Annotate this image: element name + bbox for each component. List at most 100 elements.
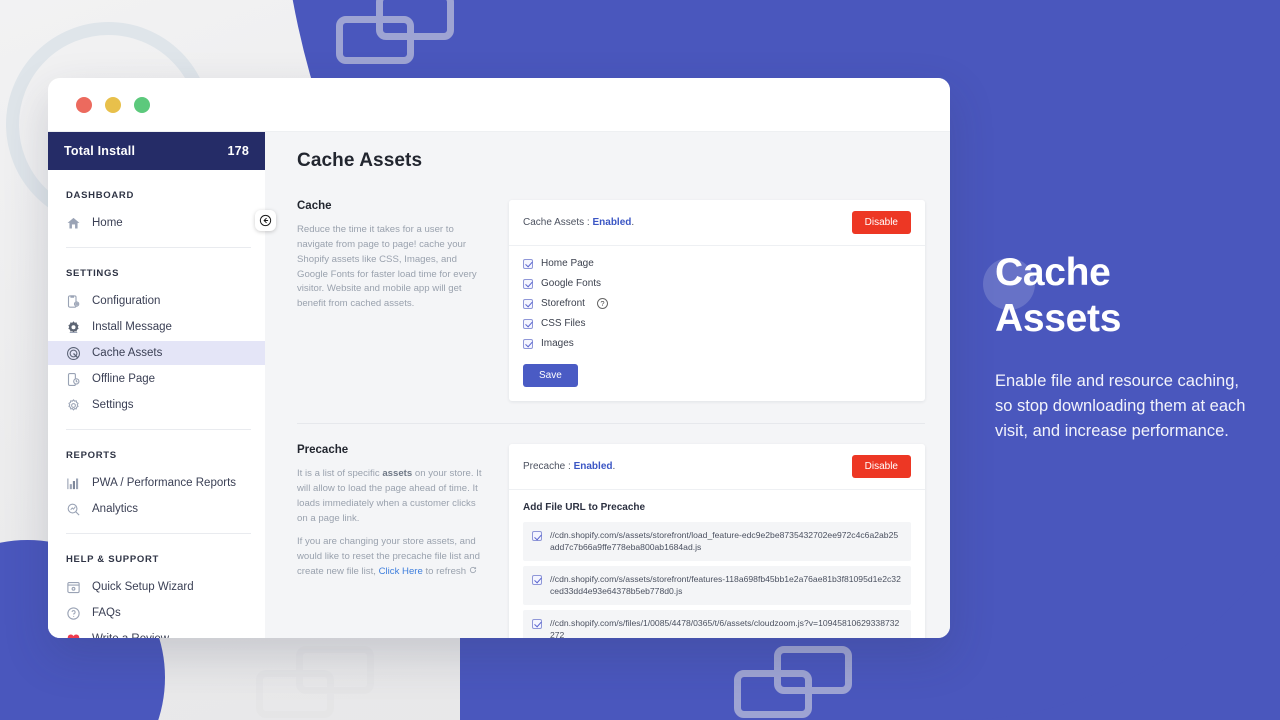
sidebar-group-label-dashboard: DASHBOARD [66,190,135,201]
precache-file-checkbox-1[interactable] [532,531,542,541]
sidebar-item-configuration[interactable]: Configuration [48,289,265,313]
gear-outline-icon [66,398,81,413]
maximize-traffic-light[interactable] [134,96,150,113]
sidebar-item-label: Offline Page [92,373,156,385]
precache-status: Precache : Enabled. [523,461,615,472]
precache-desc-2b: to refresh [422,566,469,578]
precache-file-checkbox-3[interactable] [532,618,542,629]
home-icon [66,216,81,231]
sidebar-item-label: Home [92,217,123,229]
precache-status-suffix: . [612,461,616,472]
sidebar-item-label: Write a Review [92,633,169,638]
cache-description-column: Cache Reduce the time it takes for a use… [297,200,485,401]
screenshot-stage: Total Install 178 DASHBOARD Home SETTING… [0,0,1280,720]
cache-card: Cache Assets : Enabled. Disable Home Pag… [509,200,925,401]
promo-title-line-2: Assets [995,296,1122,340]
checkbox-row[interactable]: Home Page [523,258,911,269]
precache-disable-button[interactable]: Disable [851,455,911,478]
precache-card-body: Add File URL to Precache //cdn.shopify.c… [509,490,925,638]
promo-panel: Cache Assets Enable file and resource cac… [983,250,1257,444]
sidebar-item-offline-page[interactable]: Offline Page [48,367,265,391]
cache-disable-button[interactable]: Disable [851,211,911,234]
checkbox-row[interactable]: CSS Files [523,318,911,329]
sidebar-group-label-settings: SETTINGS [66,268,120,279]
checkbox-row[interactable]: Storefront ? [523,298,911,309]
precache-file-row[interactable]: //cdn.shopify.com/s/assets/storefront/lo… [523,522,911,561]
sidebar-item-label: Analytics [92,503,139,515]
cache-checkbox-google-fonts[interactable] [523,278,533,289]
checkbox-row[interactable]: Images [523,338,911,349]
sidebar-item-write-a-review[interactable]: Write a Review [48,627,265,638]
cache-heading: Cache [297,200,332,212]
cache-checkbox-css-files[interactable] [523,318,533,329]
minimize-traffic-light[interactable] [105,96,121,113]
checkbox-label: Home Page [541,258,594,269]
add-file-url-heading: Add File URL to Precache [523,502,646,513]
cache-card-header: Cache Assets : Enabled. Disable [509,200,925,246]
sidebar-group-label-reports: REPORTS [66,450,117,461]
precache-description-column: Precache It is a list of specific assets… [297,444,485,638]
precache-card-header: Precache : Enabled. Disable [509,444,925,490]
total-install-label: Total Install [64,144,136,158]
precache-card: Precache : Enabled. Disable Add File URL… [509,444,925,638]
sidebar-item-quick-setup-wizard[interactable]: Quick Setup Wizard [48,575,265,599]
cache-checkbox-images[interactable] [523,338,533,349]
checkbox-row[interactable]: Google Fonts [523,278,911,289]
cache-checkbox-home-page[interactable] [523,258,533,269]
sidebar-item-faqs[interactable]: FAQs [48,601,265,625]
checkbox-label: CSS Files [541,318,586,329]
heart-icon [66,632,81,638]
cache-status-prefix: Cache Assets : [523,217,593,228]
sidebar-item-home[interactable]: Home [48,211,265,235]
sidebar-item-analytics[interactable]: Analytics [48,497,265,521]
precache-file-url: //cdn.shopify.com/s/assets/storefront/lo… [550,530,899,553]
sidebar-group-label-help-support: HELP & SUPPORT [66,554,160,565]
storefront-help-icon[interactable]: ? [596,298,608,309]
clipboard-gear-icon [66,294,81,309]
sidebar-item-cache-assets[interactable]: Cache Assets [48,341,265,365]
precache-file-checkbox-2[interactable] [532,574,542,585]
sidebar-item-install-message[interactable]: Install Message [48,315,265,339]
sidebar-item-label: FAQs [92,607,121,619]
checkbox-label: Images [541,338,574,349]
precache-section: Precache It is a list of specific assets… [297,444,925,638]
mobile-offline-icon [66,372,81,387]
total-install-count: 178 [227,144,249,158]
window-body: Total Install 178 DASHBOARD Home SETTING… [48,132,950,638]
precache-description-2: If you are changing your store assets, a… [297,535,485,580]
sidebar: Total Install 178 DASHBOARD Home SETTING… [48,132,276,638]
cache-status-value: Enabled [592,217,632,228]
sidebar-item-label: Configuration [92,295,161,307]
cache-checkbox-storefront[interactable] [523,298,533,309]
main-content: Cache Assets Cache Reduce the time it ta… [265,132,950,638]
search-chart-icon [66,502,81,517]
precache-file-url: //cdn.shopify.com/s/assets/storefront/fe… [550,573,901,597]
promo-body: Enable file and resource caching, so sto… [995,372,1246,441]
window-titlebar [48,78,950,132]
cache-section: Cache Reduce the time it takes for a use… [297,200,925,401]
checkbox-label: Google Fonts [541,278,602,289]
click-here-link[interactable]: Click Here [379,566,423,577]
cache-circle-icon [66,346,81,361]
bar-chart-icon [66,476,81,491]
wizard-window-icon [66,580,81,595]
promo-title-line-1: Cache [995,251,1111,294]
sidebar-collapse-button[interactable] [255,210,276,231]
page-title: Cache Assets [297,150,423,171]
cache-save-button[interactable]: Save [523,364,578,387]
section-separator [297,423,925,424]
checkbox-label: Storefront [541,298,585,309]
sidebar-item-label: Quick Setup Wizard [92,581,194,593]
cache-description: Reduce the time it takes for a user to n… [297,224,477,310]
precache-file-row[interactable]: //cdn.shopify.com/s/files/1/0085/4478/03… [523,609,911,638]
question-circle-icon [66,606,81,621]
sidebar-item-pwa-performance-reports[interactable]: PWA / Performance Reports [48,471,265,495]
sidebar-item-settings[interactable]: Settings [48,393,265,417]
precache-file-row[interactable]: //cdn.shopify.com/s/assets/storefront/fe… [523,565,911,605]
refresh-icon[interactable] [469,566,477,574]
cache-status: Cache Assets : Enabled. [523,217,634,228]
precache-file-url: //cdn.shopify.com/s/files/1/0085/4478/03… [550,617,900,638]
cache-status-suffix: . [631,217,635,228]
precache-description-1: It is a list of specific assets on your … [297,467,485,526]
close-traffic-light[interactable] [76,96,92,113]
